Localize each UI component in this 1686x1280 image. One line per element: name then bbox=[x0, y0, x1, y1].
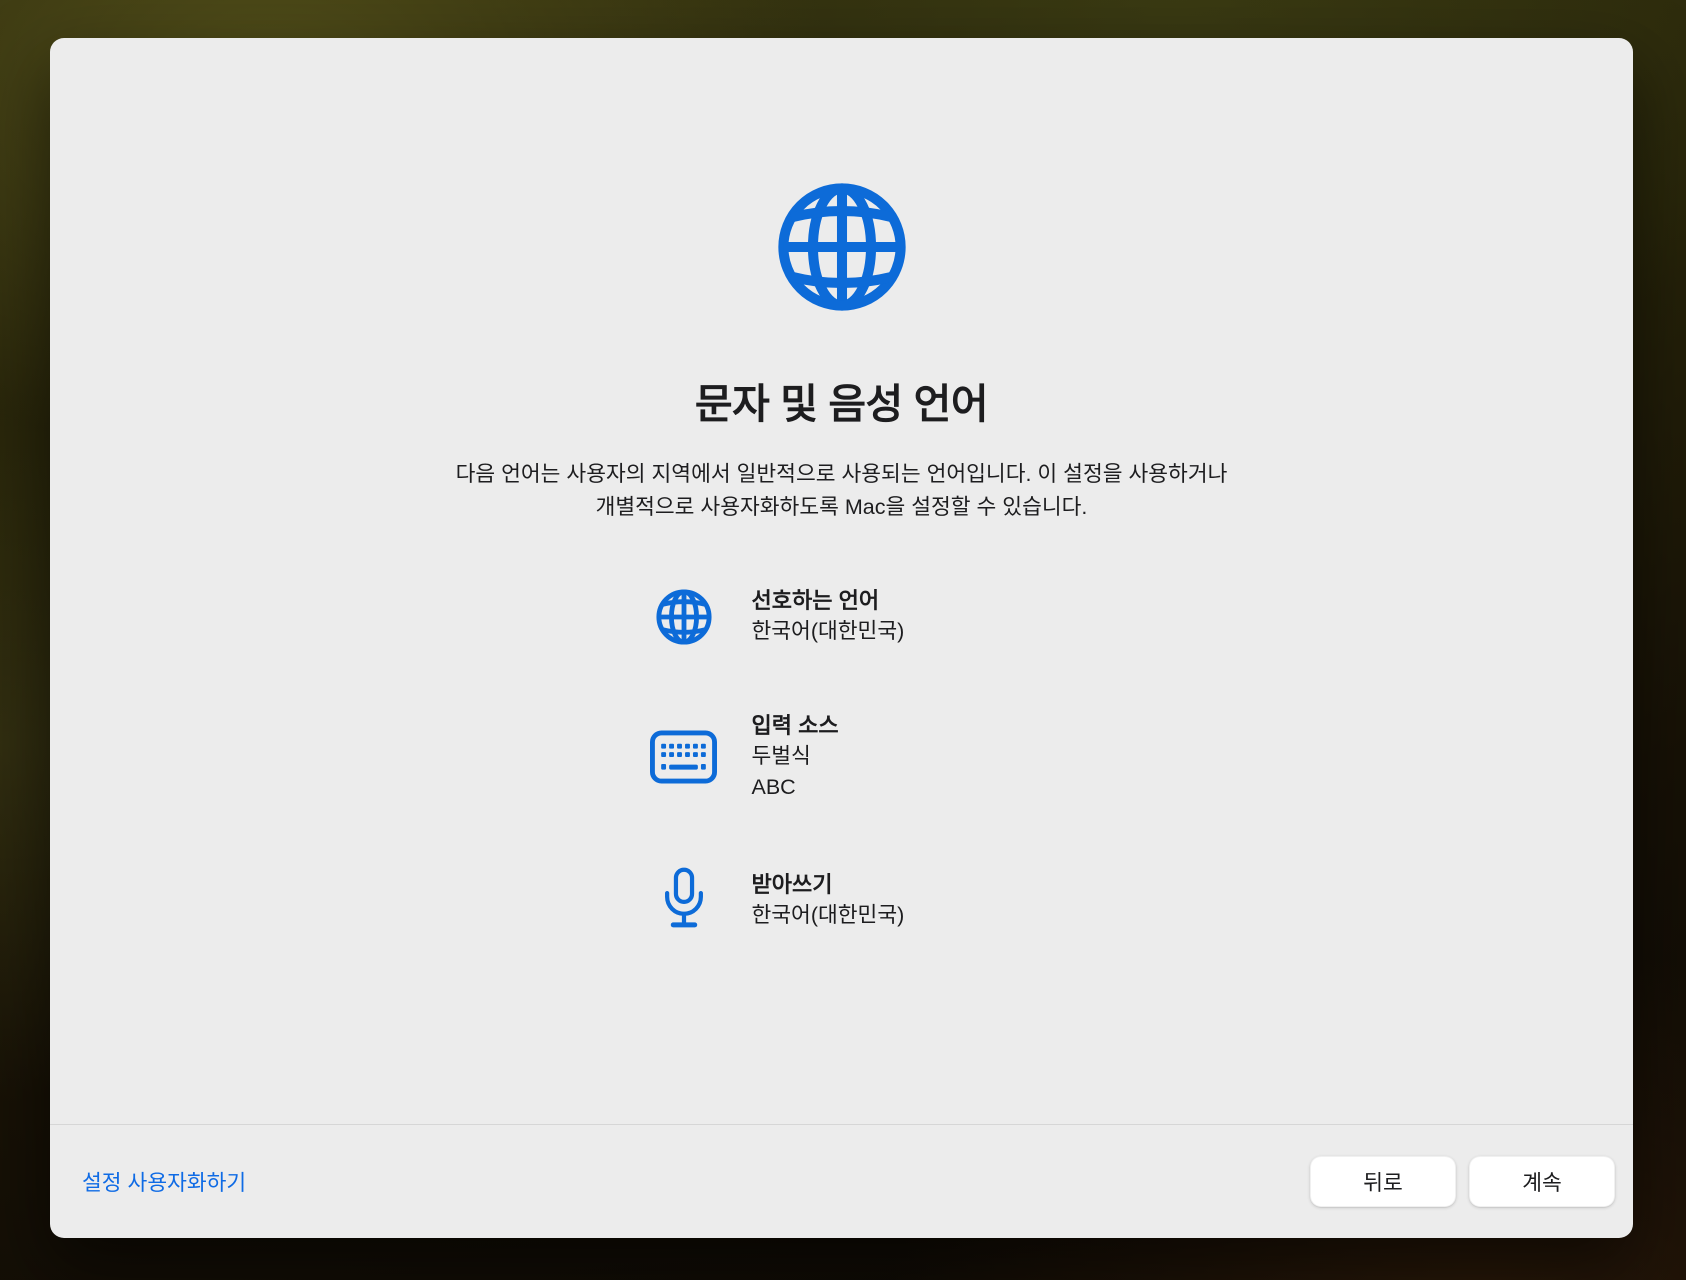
footer-buttons: 뒤로 계속 bbox=[1310, 1156, 1615, 1207]
back-button[interactable]: 뒤로 bbox=[1310, 1156, 1456, 1207]
globe-icon bbox=[650, 588, 718, 646]
description-line-2: 개별적으로 사용자화하도록 Mac을 설정할 수 있습니다. bbox=[456, 491, 1228, 524]
setup-assistant-window: 문자 및 음성 언어 다음 언어는 사용자의 지역에서 일반적으로 사용되는 언… bbox=[50, 38, 1633, 1238]
preferred-language-text: 선호하는 언어 한국어(대한민국) bbox=[752, 586, 905, 647]
preferred-language-value: 한국어(대한민국) bbox=[752, 616, 905, 647]
input-source-value-1: 두벌식 bbox=[752, 741, 839, 772]
microphone-icon bbox=[650, 867, 718, 933]
main-content: 문자 및 음성 언어 다음 언어는 사용자의 지역에서 일반적으로 사용되는 언… bbox=[50, 38, 1633, 933]
page-description: 다음 언어는 사용자의 지역에서 일반적으로 사용되는 언어입니다. 이 설정을… bbox=[456, 458, 1228, 524]
page-title: 문자 및 음성 언어 bbox=[695, 370, 988, 430]
globe-icon bbox=[775, 180, 909, 314]
input-source-label: 입력 소스 bbox=[752, 711, 839, 741]
keyboard-icon bbox=[650, 730, 718, 784]
language-settings-list: 선호하는 언어 한국어(대한민국) bbox=[650, 586, 1050, 933]
input-source-row: 입력 소스 두벌식 ABC bbox=[650, 711, 1050, 803]
preferred-language-label: 선호하는 언어 bbox=[752, 586, 905, 616]
dictation-value: 한국어(대한민국) bbox=[752, 900, 905, 931]
dictation-text: 받아쓰기 한국어(대한민국) bbox=[752, 870, 905, 931]
continue-button[interactable]: 계속 bbox=[1469, 1156, 1615, 1207]
dictation-row: 받아쓰기 한국어(대한민국) bbox=[650, 867, 1050, 933]
input-source-text: 입력 소스 두벌식 ABC bbox=[752, 711, 839, 803]
footer-bar: 설정 사용자화하기 뒤로 계속 bbox=[50, 1124, 1633, 1238]
customize-settings-link[interactable]: 설정 사용자화하기 bbox=[82, 1166, 246, 1197]
preferred-language-row: 선호하는 언어 한국어(대한민국) bbox=[650, 586, 1050, 647]
input-source-value-2: ABC bbox=[752, 772, 839, 803]
dictation-label: 받아쓰기 bbox=[752, 870, 905, 900]
description-line-1: 다음 언어는 사용자의 지역에서 일반적으로 사용되는 언어입니다. 이 설정을… bbox=[456, 458, 1228, 491]
